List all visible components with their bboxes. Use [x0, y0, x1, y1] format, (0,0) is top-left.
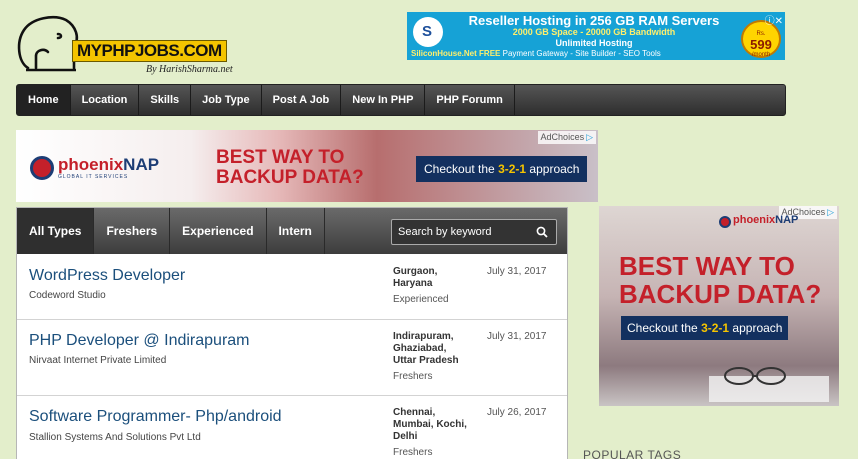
tab-all-types[interactable]: All Types [17, 208, 95, 254]
phoenixnap-logo-icon [30, 156, 54, 180]
job-title[interactable]: PHP Developer @ Indirapuram [29, 331, 250, 351]
phoenixnap-side-ad[interactable]: AdChoices phoenixNAP BEST WAY TO BACKUP … [599, 206, 839, 406]
nav-skills[interactable]: Skills [139, 85, 192, 115]
job-type: Freshers [393, 371, 433, 382]
top-hosting-ad[interactable]: Reseller Hosting in 256 GB RAM Servers 2… [407, 12, 785, 60]
job-company: Stallion Systems And Solutions Pvt Ltd [29, 432, 201, 443]
logo-byline: By HarishSharma.net [146, 64, 233, 75]
job-title[interactable]: Software Programmer- Php/android [29, 407, 282, 427]
headline-line-2: BACKUP DATA? [216, 167, 364, 188]
brand-part-a: phoenix [733, 214, 776, 226]
job-listings-panel: All Types Freshers Experienced Intern Wo… [16, 207, 568, 459]
nav-location[interactable]: Location [71, 85, 140, 115]
location-line: Uttar Pradesh [393, 355, 459, 366]
job-location: Indirapuram, Ghaziabad, Uttar Pradesh [393, 331, 483, 367]
job-company: Nirvaat Internet Private Limited [29, 355, 167, 366]
siliconhouse-logo-icon [413, 17, 443, 47]
cta-em: 3-2-1 [701, 321, 730, 335]
tab-intern[interactable]: Intern [267, 208, 325, 254]
banner-headline: BEST WAY TO BACKUP DATA? [216, 148, 364, 188]
job-location: Chennai, Mumbai, Kochi, Delhi [393, 407, 483, 443]
ad-brand: SiliconHouse.Net [411, 49, 477, 58]
job-search-box [391, 219, 557, 245]
adchoices-label[interactable]: AdChoices [537, 131, 596, 144]
phoenixnap-banner-ad[interactable]: AdChoices phoenixNAP GLOBAL IT SERVICES … [16, 130, 598, 202]
job-listing: Software Programmer- Php/android Stallio… [17, 396, 567, 459]
nav-job-type[interactable]: Job Type [191, 85, 262, 115]
cta-pre: Checkout the [424, 162, 495, 176]
location-line: Delhi [393, 431, 418, 442]
location-line: Chennai, [393, 407, 436, 418]
nav-home[interactable]: Home [17, 85, 71, 115]
phoenixnap-brand: phoenixNAP [58, 156, 159, 174]
glasses-decoration-icon [709, 367, 829, 402]
site-logo[interactable]: MYPHPJOBS.COM By HarishSharma.net [14, 12, 238, 80]
job-listing: PHP Developer @ Indirapuram Nirvaat Inte… [17, 320, 567, 396]
side-headline-line-1: BEST WAY TO [619, 251, 795, 281]
cta-post: approach [732, 321, 783, 335]
phoenixnap-brand: phoenixNAP [733, 214, 798, 226]
job-type-tabs: All Types Freshers Experienced Intern [17, 208, 567, 254]
ad-close-icon[interactable]: ⓘ✕ [765, 12, 783, 27]
brand-part-b: NAP [775, 214, 799, 226]
location-line: Ghaziabad, [393, 343, 447, 354]
cta-em: 3-2-1 [498, 162, 527, 176]
price-suffix: /month [751, 52, 771, 58]
location-line: Gurgaon, [393, 266, 438, 277]
cta-pre: Checkout the [627, 321, 698, 335]
main-nav: Home Location Skills Job Type Post A Job… [16, 84, 786, 116]
job-type: Experienced [393, 294, 449, 305]
popular-tags-heading: POPULAR TAGS [583, 448, 682, 459]
job-type: Freshers [393, 447, 433, 458]
search-input[interactable] [392, 220, 528, 244]
nav-new-in-php[interactable]: New In PHP [341, 85, 426, 115]
location-line: Haryana [393, 278, 433, 289]
job-title[interactable]: WordPress Developer [29, 266, 185, 286]
nav-post-a-job[interactable]: Post A Job [262, 85, 342, 115]
brand-part-b: NAP [123, 155, 160, 174]
price-value: 599 [750, 37, 772, 52]
ad-line-4: SiliconHouse.Net FREE Payment Gateway - … [411, 48, 661, 59]
location-line: Mumbai, Kochi, [393, 419, 467, 430]
nav-php-forum[interactable]: PHP Forumn [425, 85, 515, 115]
ad-features: Payment Gateway - Site Builder - SEO Too… [502, 49, 661, 58]
brand-part-a: phoenix [58, 155, 124, 174]
job-date: July 31, 2017 [487, 331, 547, 342]
job-listing: WordPress Developer Codeword Studio Gurg… [17, 254, 567, 320]
tab-freshers[interactable]: Freshers [94, 208, 171, 254]
phoenixnap-logo-icon [719, 216, 731, 228]
side-cta-button[interactable]: Checkout the 3-2-1 approach [621, 316, 789, 340]
job-company: Codeword Studio [29, 290, 106, 301]
job-location: Gurgaon, Haryana [393, 266, 483, 290]
headline-line-1: BEST WAY TO [216, 147, 345, 168]
banner-cta-button[interactable]: Checkout the 3-2-1 approach [416, 156, 588, 182]
location-line: Indirapuram, [393, 331, 454, 342]
tab-experienced[interactable]: Experienced [170, 208, 267, 254]
side-headline-line-2: BACKUP DATA? [619, 279, 822, 309]
cta-post: approach [529, 162, 580, 176]
logo-text: MYPHPJOBS.COM [72, 40, 227, 62]
ad-free: FREE [479, 49, 501, 58]
phoenixnap-subtitle: GLOBAL IT SERVICES [58, 174, 129, 180]
job-date: July 26, 2017 [487, 407, 547, 418]
job-date: July 31, 2017 [487, 266, 547, 277]
search-icon[interactable] [536, 226, 548, 238]
